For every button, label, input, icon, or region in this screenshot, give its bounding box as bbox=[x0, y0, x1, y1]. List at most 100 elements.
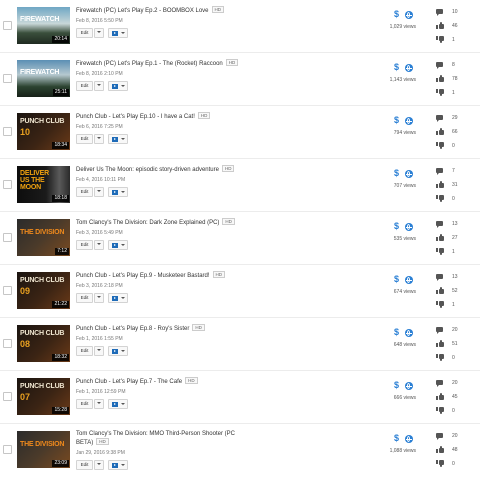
video-title-text[interactable]: Punch Club - Let's Play Ep.7 - The Cafe bbox=[76, 379, 182, 385]
select-checkbox[interactable] bbox=[3, 339, 12, 348]
thumbs-up-icon bbox=[436, 446, 444, 453]
edit-button[interactable]: Edit bbox=[76, 293, 93, 303]
thumbs-up-icon bbox=[436, 181, 444, 188]
video-thumbnail[interactable]: THE DIVISION 7:12 bbox=[17, 219, 70, 256]
comment-count: 13 bbox=[452, 221, 458, 227]
add-to-playlist-button[interactable] bbox=[108, 399, 128, 409]
video-title-text[interactable]: Firewatch (PC) Let's Play Ep.2 - BOOMBOX… bbox=[76, 8, 209, 14]
playlist-icon bbox=[112, 349, 118, 354]
video-title[interactable]: Firewatch (PC) Let's Play Ep.1 - The (Ro… bbox=[76, 59, 246, 68]
video-thumbnail[interactable]: PUNCH CLUB 08 18:32 bbox=[17, 325, 70, 362]
edit-menu-button[interactable] bbox=[94, 293, 104, 303]
select-checkbox[interactable] bbox=[3, 233, 12, 242]
edit-button[interactable]: Edit bbox=[76, 187, 93, 197]
edit-menu-button[interactable] bbox=[94, 240, 104, 250]
edit-menu-button[interactable] bbox=[94, 460, 104, 470]
edit-menu-button[interactable] bbox=[94, 81, 104, 91]
select-checkbox[interactable] bbox=[3, 286, 12, 295]
video-thumbnail[interactable]: THE DIVISION 23:09 bbox=[17, 431, 70, 468]
select-checkbox[interactable] bbox=[3, 392, 12, 401]
add-to-playlist-button[interactable] bbox=[108, 460, 128, 470]
comment-count: 13 bbox=[452, 274, 458, 280]
public-globe-icon[interactable] bbox=[405, 223, 413, 231]
add-to-playlist-button[interactable] bbox=[108, 81, 128, 91]
monetization-icon[interactable]: $ bbox=[394, 328, 399, 337]
video-row: PUNCH CLUB 10 18:34 Punch Club - Let's P… bbox=[0, 106, 480, 159]
like-count: 51 bbox=[452, 341, 458, 347]
chevron-down-icon bbox=[97, 296, 101, 298]
edit-button[interactable]: Edit bbox=[76, 399, 93, 409]
edit-menu-button[interactable] bbox=[94, 28, 104, 38]
video-title[interactable]: Tom Clancy's The Division: Dark Zone Exp… bbox=[76, 218, 246, 227]
edit-button[interactable]: Edit bbox=[76, 134, 93, 144]
video-thumbnail[interactable]: FIREWATCH 25:11 bbox=[17, 60, 70, 97]
public-globe-icon[interactable] bbox=[405, 276, 413, 284]
video-title[interactable]: Punch Club - Let's Play Ep.10 - I have a… bbox=[76, 112, 246, 121]
view-count: 648 views bbox=[393, 342, 416, 348]
public-globe-icon[interactable] bbox=[405, 435, 413, 443]
edit-menu-button[interactable] bbox=[94, 134, 104, 144]
public-globe-icon[interactable] bbox=[405, 64, 413, 72]
edit-button[interactable]: Edit bbox=[76, 240, 93, 250]
monetization-icon[interactable]: $ bbox=[394, 116, 399, 125]
video-title-text[interactable]: Punch Club - Let's Play Ep.10 - I have a… bbox=[76, 114, 195, 120]
public-globe-icon[interactable] bbox=[405, 382, 413, 390]
select-checkbox[interactable] bbox=[3, 445, 12, 454]
video-title-text[interactable]: Punch Club - Let's Play Ep.8 - Roy's Sis… bbox=[76, 326, 189, 332]
add-to-playlist-button[interactable] bbox=[108, 28, 128, 38]
edit-menu-button[interactable] bbox=[94, 346, 104, 356]
add-to-playlist-button[interactable] bbox=[108, 346, 128, 356]
edit-menu-button[interactable] bbox=[94, 399, 104, 409]
video-duration: 7:12 bbox=[55, 248, 69, 255]
thumbnail-episode: 10 bbox=[20, 127, 31, 137]
monetization-icon[interactable]: $ bbox=[394, 222, 399, 231]
video-title[interactable]: Firewatch (PC) Let's Play Ep.2 - BOOMBOX… bbox=[76, 6, 246, 15]
video-thumbnail[interactable]: FIREWATCH 20:14 bbox=[17, 7, 70, 44]
video-thumbnail[interactable]: PUNCH CLUB 09 21:22 bbox=[17, 272, 70, 309]
add-to-playlist-button[interactable] bbox=[108, 293, 128, 303]
public-globe-icon[interactable] bbox=[405, 170, 413, 178]
video-list: FIREWATCH 20:14 Firewatch (PC) Let's Pla… bbox=[0, 0, 480, 480]
add-to-playlist-button[interactable] bbox=[108, 134, 128, 144]
select-checkbox[interactable] bbox=[3, 74, 12, 83]
video-title[interactable]: Deliver Us The Moon: episodic story-driv… bbox=[76, 165, 246, 174]
edit-menu-button[interactable] bbox=[94, 187, 104, 197]
video-thumbnail[interactable]: PUNCH CLUB 10 18:34 bbox=[17, 113, 70, 150]
edit-button[interactable]: Edit bbox=[76, 460, 93, 470]
select-checkbox[interactable] bbox=[3, 180, 12, 189]
edit-button[interactable]: Edit bbox=[76, 81, 93, 91]
edit-button[interactable]: Edit bbox=[76, 28, 93, 38]
video-title[interactable]: Tom Clancy's The Division: MMO Third-Per… bbox=[76, 430, 236, 447]
thumbs-up-icon bbox=[436, 340, 444, 347]
video-title[interactable]: Punch Club - Let's Play Ep.9 - Musketeer… bbox=[76, 271, 246, 280]
public-globe-icon[interactable] bbox=[405, 329, 413, 337]
video-title-text[interactable]: Firewatch (PC) Let's Play Ep.1 - The (Ro… bbox=[76, 61, 223, 67]
video-thumbnail[interactable]: PUNCH CLUB 07 15:28 bbox=[17, 378, 70, 415]
video-title[interactable]: Punch Club - Let's Play Ep.8 - Roy's Sis… bbox=[76, 324, 246, 333]
video-title-text[interactable]: Punch Club - Let's Play Ep.9 - Musketeer… bbox=[76, 273, 210, 279]
video-title-text[interactable]: Deliver Us The Moon: episodic story-driv… bbox=[76, 167, 219, 173]
select-checkbox[interactable] bbox=[3, 127, 12, 136]
video-duration: 20:14 bbox=[52, 36, 69, 43]
public-globe-icon[interactable] bbox=[405, 11, 413, 19]
select-checkbox[interactable] bbox=[3, 21, 12, 30]
edit-button[interactable]: Edit bbox=[76, 346, 93, 356]
view-count: 535 views bbox=[393, 236, 416, 242]
public-globe-icon[interactable] bbox=[405, 117, 413, 125]
monetization-icon[interactable]: $ bbox=[394, 63, 399, 72]
video-title[interactable]: Punch Club - Let's Play Ep.7 - The Cafe H… bbox=[76, 377, 246, 386]
add-to-playlist-button[interactable] bbox=[108, 187, 128, 197]
thumbs-up-icon bbox=[436, 75, 444, 82]
monetization-icon[interactable]: $ bbox=[394, 275, 399, 284]
monetization-icon[interactable]: $ bbox=[394, 10, 399, 19]
video-title-text[interactable]: Tom Clancy's The Division: Dark Zone Exp… bbox=[76, 220, 219, 226]
like-count: 27 bbox=[452, 235, 458, 241]
monetization-icon[interactable]: $ bbox=[394, 381, 399, 390]
monetization-icon[interactable]: $ bbox=[394, 434, 399, 443]
chevron-down-icon bbox=[121, 85, 125, 87]
monetization-icon[interactable]: $ bbox=[394, 169, 399, 178]
add-to-playlist-button[interactable] bbox=[108, 240, 128, 250]
video-thumbnail[interactable]: DELIVER US THE MOON 18:18 bbox=[17, 166, 70, 203]
video-row: DELIVER US THE MOON 18:18 Deliver Us The… bbox=[0, 159, 480, 212]
dislike-count: 0 bbox=[452, 355, 455, 361]
